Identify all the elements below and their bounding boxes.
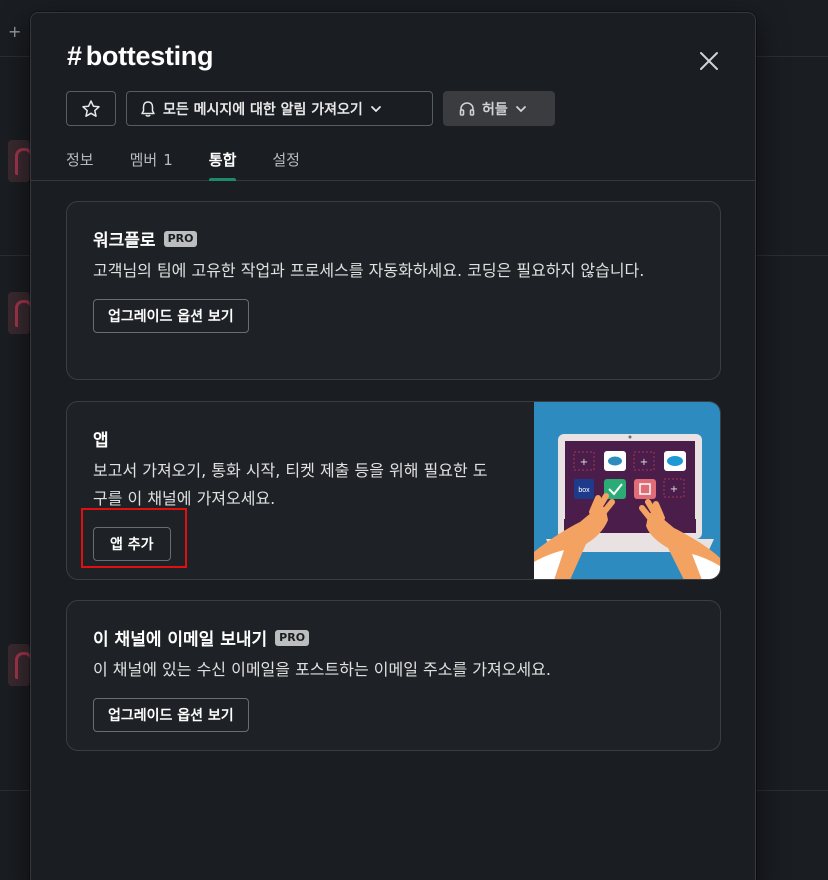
- card-content: 워크플로 PRO 고객님의 팀에 고유한 작업과 프로세스를 자동화하세요. 코…: [93, 226, 694, 333]
- tab-label: 설정: [272, 151, 300, 169]
- tab-label: 통합: [208, 151, 237, 169]
- notifications-label: 모든 메시지에 대한 알림 가져오기: [163, 101, 363, 118]
- card-title: 워크플로 PRO: [93, 226, 694, 251]
- email-card: 이 채널에 이메일 보내기 PRO 이 채널에 있는 수신 이메일을 포스트하는…: [66, 600, 721, 751]
- huddle-button[interactable]: 허들: [443, 91, 555, 126]
- card-content: 앱 보고서 가져오기, 통화 시작, 티켓 제출 등을 위해 필요한 도구를 이…: [93, 426, 502, 561]
- hash-symbol: #: [67, 41, 82, 71]
- card-title: 앱: [93, 426, 502, 451]
- close-icon: [700, 52, 718, 70]
- svg-text:+: +: [640, 457, 648, 468]
- avatar: [8, 292, 33, 334]
- card-content: 이 채널에 이메일 보내기 PRO 이 채널에 있는 수신 이메일을 포스트하는…: [93, 625, 694, 732]
- channel-details-modal: # bottesting 모든 메시지에 대한 알림 가져오기 허들 정보 멤버…: [30, 12, 756, 880]
- channel-name: bottesting: [85, 41, 214, 71]
- card-description: 이 채널에 있는 수신 이메일을 포스트하는 이메일 주소를 가져오세요.: [93, 660, 551, 679]
- member-count: 1: [163, 151, 173, 169]
- notifications-dropdown[interactable]: 모든 메시지에 대한 알림 가져오기: [126, 91, 433, 126]
- card-description: 고객님의 팀에 고유한 작업과 프로세스를 자동화하세요. 코딩은 필요하지 않…: [93, 261, 645, 280]
- pro-badge: PRO: [275, 629, 310, 646]
- svg-text:+: +: [670, 484, 678, 495]
- card-description: 보고서 가져오기, 통화 시작, 티켓 제출 등을 위해 필요한 도구를 이 채…: [93, 461, 488, 508]
- apps-card: 앱 보고서 가져오기, 통화 시작, 티켓 제출 등을 위해 필요한 도구를 이…: [66, 401, 721, 580]
- close-button[interactable]: [695, 47, 723, 75]
- star-icon: [82, 99, 100, 117]
- avatar: [8, 644, 33, 686]
- svg-text:+: +: [580, 457, 588, 468]
- card-title-text: 워크플로: [93, 231, 156, 251]
- avatar: [8, 140, 33, 182]
- tab-bar: 정보 멤버 1 통합 설정: [66, 149, 336, 181]
- card-title: 이 채널에 이메일 보내기 PRO: [93, 625, 694, 650]
- channel-title: # bottesting: [67, 41, 214, 72]
- modal-header: # bottesting 모든 메시지에 대한 알림 가져오기 허들 정보 멤버…: [31, 13, 755, 181]
- upgrade-options-button[interactable]: 업그레이드 옵션 보기: [93, 299, 249, 333]
- tab-label: 멤버: [129, 151, 158, 169]
- apps-illustration: + + box +: [534, 402, 720, 579]
- tab-info[interactable]: 정보: [66, 149, 94, 181]
- plus-icon: +: [8, 22, 22, 41]
- card-title-text: 앱: [93, 431, 109, 451]
- pro-badge: PRO: [163, 230, 198, 247]
- tab-members[interactable]: 멤버 1: [130, 149, 173, 181]
- tab-integrations[interactable]: 통합: [208, 149, 237, 181]
- box-logo-text: box: [578, 487, 590, 494]
- chevron-down-icon: [370, 105, 381, 112]
- action-row: 모든 메시지에 대한 알림 가져오기 허들: [66, 91, 555, 126]
- upgrade-options-button[interactable]: 업그레이드 옵션 보기: [93, 698, 249, 732]
- tab-label: 정보: [66, 151, 94, 169]
- huddle-label: 허들: [482, 101, 508, 118]
- chevron-down-icon: [515, 105, 526, 112]
- tab-settings[interactable]: 설정: [272, 149, 300, 181]
- add-app-button[interactable]: 앱 추가: [93, 527, 171, 561]
- card-title-text: 이 채널에 이메일 보내기: [93, 630, 268, 650]
- star-button[interactable]: [66, 91, 116, 126]
- headphones-icon: [459, 101, 475, 116]
- bell-icon: [141, 100, 155, 117]
- workflow-card: 워크플로 PRO 고객님의 팀에 고유한 작업과 프로세스를 자동화하세요. 코…: [66, 201, 721, 380]
